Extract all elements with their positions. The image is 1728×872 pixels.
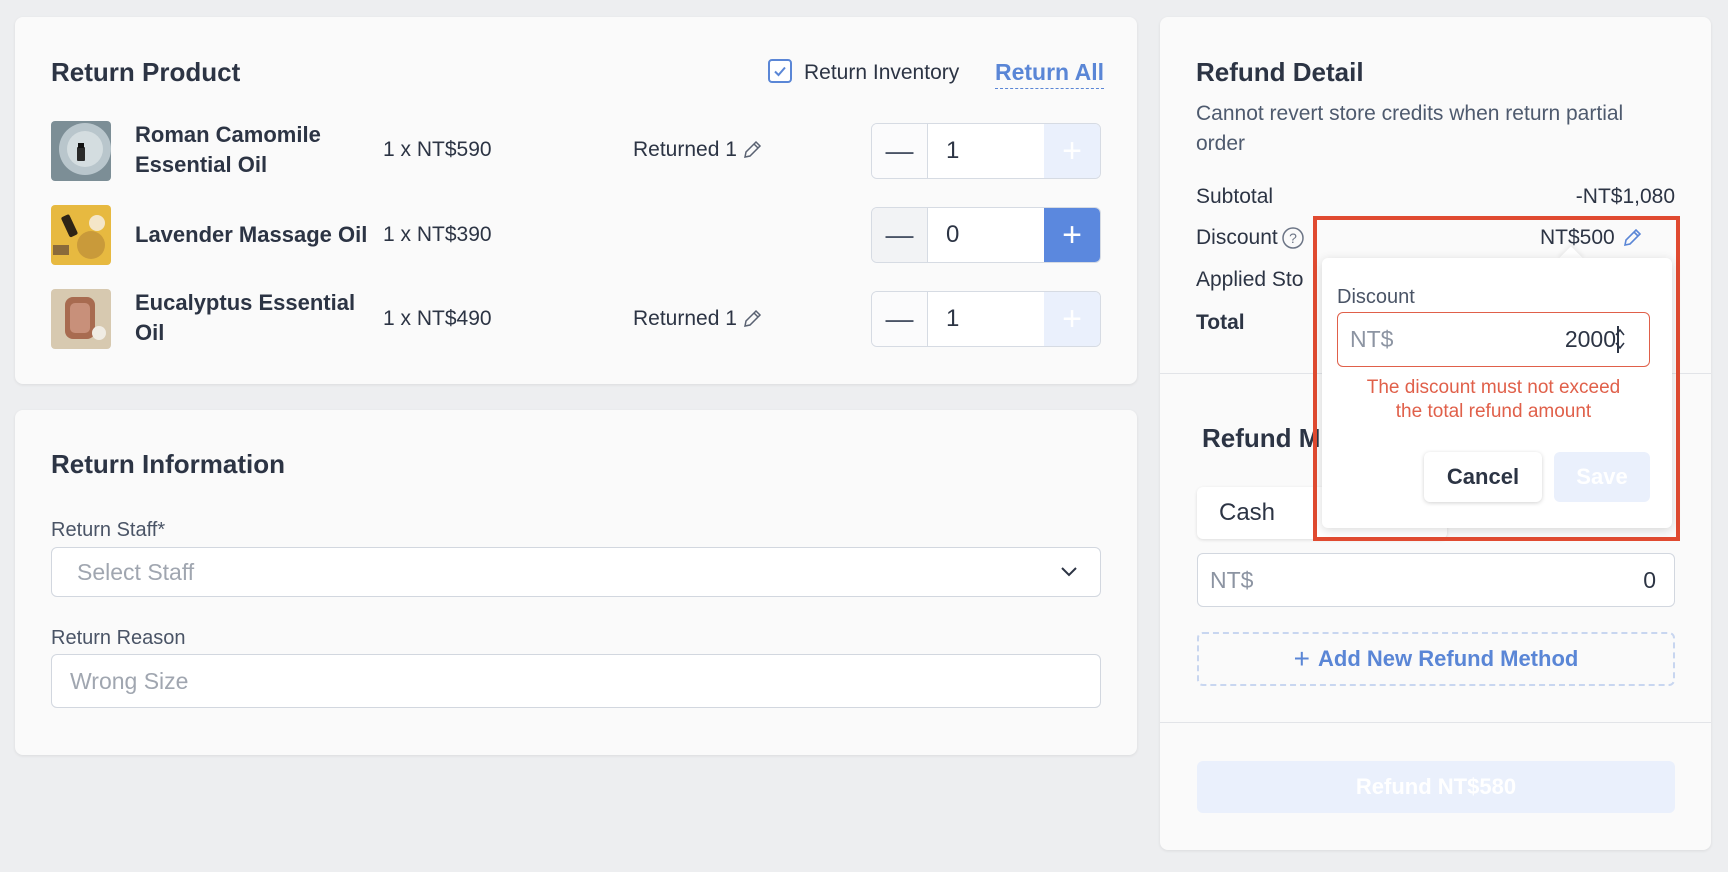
return-product-title: Return Product — [51, 57, 241, 87]
refund-amount-input[interactable]: NT$ 0 — [1197, 553, 1675, 607]
product-thumbnail-lavender — [51, 205, 111, 265]
discount-input-prefix: NT$ — [1350, 326, 1394, 352]
product-thumbnail-eucalyptus — [51, 289, 111, 349]
help-icon[interactable]: ? — [1281, 226, 1305, 250]
discount-label: Discount ? — [1196, 226, 1305, 250]
refund-amount-prefix: NT$ — [1210, 566, 1254, 593]
add-refund-method-label: Add New Refund Method — [1318, 646, 1579, 671]
add-refund-method-button[interactable]: + Add New Refund Method — [1197, 632, 1675, 686]
total-label: Total — [1196, 311, 1245, 334]
return-all-link[interactable]: Return All — [995, 59, 1105, 89]
return-reason-input[interactable]: Wrong Size — [51, 654, 1101, 708]
discount-error-message: The discount must not exceed the total r… — [1366, 377, 1621, 422]
refund-note: Cannot revert store credits when return … — [1196, 102, 1624, 155]
spinner-icon[interactable] — [1613, 326, 1627, 352]
discount-input[interactable]: NT$ 2000 — [1337, 312, 1650, 367]
increment-button[interactable]: + — [1044, 292, 1100, 346]
discount-popover-label: Discount — [1337, 286, 1415, 308]
subtotal-value: -NT$1,080 — [1575, 185, 1675, 208]
quantity-value[interactable]: 1 — [928, 124, 1044, 178]
product-price: 1 x NT$590 — [383, 138, 492, 161]
return-reason-placeholder: Wrong Size — [70, 667, 189, 694]
returned-count[interactable]: Returned 1 — [633, 138, 763, 162]
return-inventory-checkbox[interactable] — [768, 59, 792, 83]
product-price: 1 x NT$490 — [383, 307, 492, 330]
decrement-button[interactable]: — — [872, 124, 928, 178]
return-staff-label: Return Staff* — [51, 519, 166, 541]
product-name-eucalyptus: Eucalyptus Essential Oil — [135, 290, 356, 345]
refund-button[interactable]: Refund NT$580 — [1197, 761, 1675, 813]
cancel-button[interactable]: Cancel — [1424, 452, 1542, 502]
product-name-lavender: Lavender Massage Oil — [135, 222, 368, 247]
return-information-title: Return Information — [51, 449, 285, 479]
plus-icon: + — [1293, 643, 1311, 674]
subtotal-label: Subtotal — [1196, 185, 1274, 208]
discount-input-value: 2000 — [1565, 326, 1619, 353]
svg-text:?: ? — [1289, 230, 1297, 246]
quantity-value[interactable]: 1 — [928, 292, 1044, 346]
checkmark-icon — [774, 66, 786, 77]
return-inventory-label: Return Inventory — [804, 61, 960, 84]
decrement-button[interactable]: — — [872, 208, 928, 262]
return-reason-label: Return Reason — [51, 627, 186, 649]
refund-amount-value: 0 — [1643, 566, 1656, 593]
return-staff-placeholder: Select Staff — [77, 558, 195, 585]
increment-button[interactable]: + — [1044, 208, 1100, 262]
chevron-down-icon — [1061, 567, 1077, 577]
quantity-value[interactable]: 0 — [928, 208, 1044, 262]
quantity-stepper[interactable]: — 1 + — [871, 123, 1101, 179]
pencil-icon[interactable] — [741, 139, 763, 161]
refund-divider — [1160, 722, 1711, 723]
returned-count[interactable]: Returned 1 — [633, 307, 763, 331]
product-price: 1 x NT$390 — [383, 223, 492, 246]
quantity-stepper[interactable]: — 0 + — [871, 207, 1101, 263]
product-name-roman-camomile: Roman Camomile Essential Oil — [135, 122, 321, 177]
pencil-icon[interactable] — [741, 308, 763, 330]
decrement-button[interactable]: — — [872, 292, 928, 346]
applied-store-credit-label: Applied Sto — [1196, 268, 1304, 291]
return-staff-select[interactable]: Select Staff — [51, 547, 1101, 597]
increment-button[interactable]: + — [1044, 124, 1100, 178]
quantity-stepper[interactable]: — 1 + — [871, 291, 1101, 347]
refund-detail-title: Refund Detail — [1196, 57, 1364, 87]
product-thumbnail-roman-camomile — [51, 121, 111, 181]
save-button[interactable]: Save — [1554, 452, 1650, 502]
refund-method-title: Refund M — [1202, 423, 1321, 453]
